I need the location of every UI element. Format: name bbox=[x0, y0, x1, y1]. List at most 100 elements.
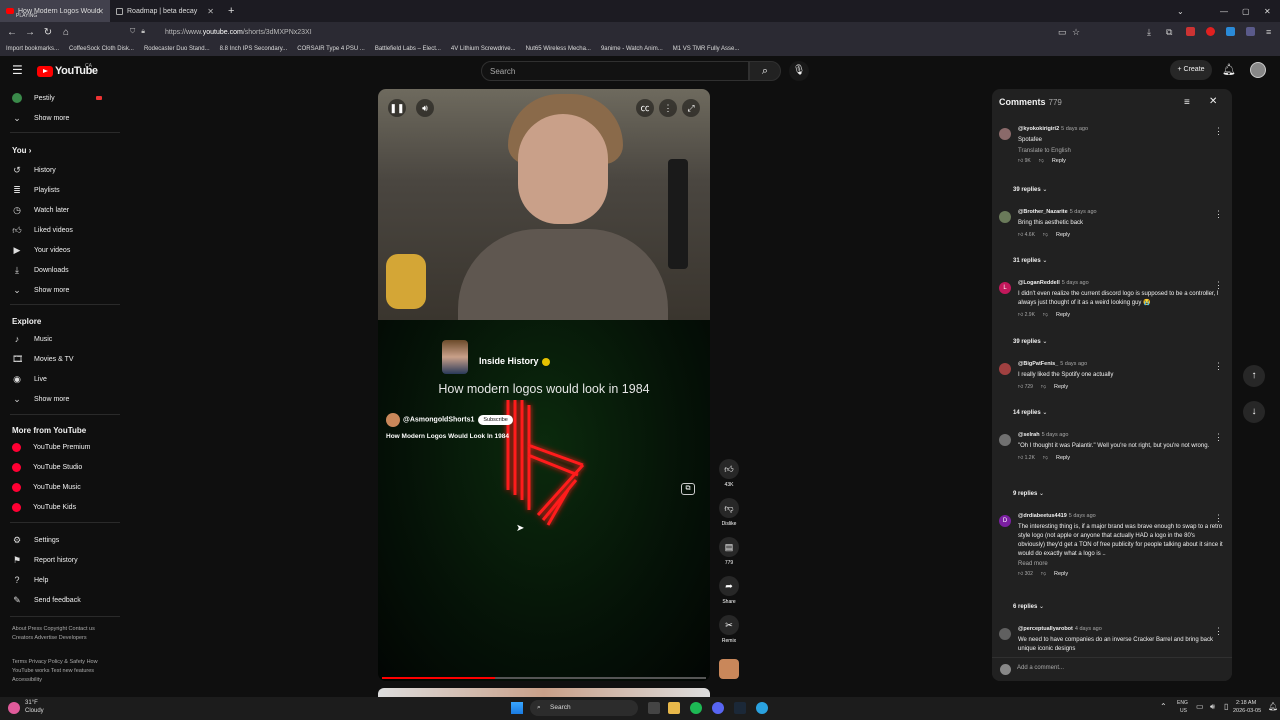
sidebar-item-your-videos[interactable]: ▶ Your videos bbox=[12, 242, 71, 258]
reply-button[interactable]: Reply bbox=[1054, 384, 1068, 390]
speaker-icon[interactable]: 🔊︎ bbox=[1210, 702, 1215, 712]
footer-links[interactable]: Terms Privacy Policy & Safety How YouTub… bbox=[12, 658, 112, 685]
sidebar-item-show-more[interactable]: ⌄ Show more bbox=[12, 391, 69, 407]
extension-ai-icon[interactable] bbox=[1246, 27, 1255, 36]
task-view-icon[interactable] bbox=[648, 702, 660, 714]
video-title[interactable]: How Modern Logos Would Look In 1984 bbox=[386, 433, 706, 440]
sidebar-item-help[interactable]: ? Help bbox=[12, 572, 48, 588]
address-bar[interactable]: ⛉ 🔒︎ https://www. youtube.com/shorts/3dMX… bbox=[130, 25, 1090, 39]
reply-button[interactable]: Reply bbox=[1054, 571, 1068, 577]
comments-button[interactable]: ▤ bbox=[719, 537, 739, 557]
forward-icon[interactable]: → bbox=[21, 27, 39, 38]
sidebar-item-settings[interactable]: ⚙ Settings bbox=[12, 532, 59, 548]
sidebar-item-watch-later[interactable]: ◷ Watch later bbox=[12, 202, 69, 218]
volume-button[interactable]: 🔊︎ bbox=[416, 99, 434, 117]
next-short-button[interactable]: ↓ bbox=[1243, 401, 1265, 423]
dislike-button[interactable]: 👎︎ bbox=[719, 498, 739, 518]
comment-dislike-button[interactable]: 👎︎ bbox=[1041, 571, 1046, 577]
network-icon[interactable]: ▭ bbox=[1196, 702, 1204, 711]
comment-time[interactable]: 5 days ago bbox=[1061, 126, 1088, 132]
comment-more-icon[interactable]: ⋮ bbox=[1214, 513, 1223, 524]
sidebar-item-downloads[interactable]: ⤓ Downloads bbox=[12, 262, 69, 278]
bookmark-item[interactable]: M1 VS TMR Fully Asse... bbox=[673, 46, 740, 52]
dislike-action[interactable]: 👎︎ Dislike bbox=[719, 498, 739, 527]
comment-more-icon[interactable]: ⋮ bbox=[1214, 126, 1223, 137]
bookmark-item[interactable]: Battlefield Labs – Elect... bbox=[375, 46, 441, 52]
comment-author[interactable]: @kyokokirigiri2 bbox=[1018, 126, 1059, 132]
sidebar-item-youtube-kids[interactable]: YouTube Kids bbox=[12, 499, 76, 515]
bookmark-item[interactable]: Import bookmarks... bbox=[6, 46, 59, 52]
read-more-link[interactable]: Read more bbox=[1018, 561, 1223, 567]
input-region[interactable]: US bbox=[1180, 708, 1187, 714]
owner-channel-name[interactable]: @AsmongoldShorts1 bbox=[403, 416, 474, 423]
close-comments-icon[interactable]: ✕ bbox=[1209, 96, 1217, 107]
comment-like-button[interactable]: 👍︎ 4.6K bbox=[1018, 232, 1035, 238]
bookmark-item[interactable]: Nut65 Wireless Mecha... bbox=[526, 46, 591, 52]
reply-button[interactable]: Reply bbox=[1056, 312, 1070, 318]
replies-toggle[interactable]: 6 replies ⌄ bbox=[999, 603, 1227, 610]
comment-more-icon[interactable]: ⋮ bbox=[1214, 209, 1223, 220]
sidebar-item-youtube-music[interactable]: YouTube Music bbox=[12, 479, 81, 495]
extension-record-icon[interactable] bbox=[1206, 27, 1215, 36]
share-action[interactable]: ➦ Share bbox=[719, 576, 739, 605]
comment-time[interactable]: 5 days ago bbox=[1060, 361, 1087, 367]
extension-blue-icon[interactable] bbox=[1226, 27, 1235, 36]
bookmark-item[interactable]: 9anime - Watch Anim... bbox=[601, 46, 663, 52]
replies-toggle[interactable]: 9 replies ⌄ bbox=[999, 490, 1227, 497]
bookmark-item[interactable]: 4V Lithium Screwdrive... bbox=[451, 46, 516, 52]
bookmark-item[interactable]: Rodecaster Duo Stand... bbox=[144, 46, 210, 52]
like-action[interactable]: 👍︎ 43K bbox=[719, 459, 739, 488]
extensions-icon[interactable]: ⧉ bbox=[1166, 27, 1172, 38]
next-video-preview[interactable] bbox=[378, 688, 710, 697]
sidebar-item-show-more[interactable]: ⌄ Show more bbox=[12, 110, 69, 126]
comment-author[interactable]: @LoganReddell bbox=[1018, 280, 1060, 286]
tab-roadmap[interactable]: Roadmap | beta decay ✕ bbox=[110, 0, 220, 22]
commenter-avatar[interactable]: L bbox=[999, 282, 1011, 294]
comment-like-button[interactable]: 👍︎ 729 bbox=[1018, 384, 1033, 390]
captions-button[interactable]: ㏄ bbox=[636, 99, 654, 117]
start-menu-icon[interactable] bbox=[511, 702, 523, 714]
weather-icon[interactable] bbox=[8, 702, 20, 714]
tab-youtube-short[interactable]: How Modern Logos Would Loo PLAYING ✕ bbox=[0, 0, 110, 22]
replies-toggle[interactable]: 14 replies ⌄ bbox=[999, 409, 1227, 416]
comment-like-button[interactable]: 👍︎ 2.9K bbox=[1018, 312, 1035, 318]
discord-icon[interactable] bbox=[712, 702, 724, 714]
taskbar-search[interactable]: ⌕ Search bbox=[530, 700, 638, 716]
sidebar-item-show-more[interactable]: ⌄ Show more bbox=[12, 282, 69, 298]
menu-icon[interactable]: ≡ bbox=[1266, 27, 1271, 37]
hamburger-menu-icon[interactable]: ☰ bbox=[12, 63, 23, 77]
comment-dislike-button[interactable]: 👎︎ bbox=[1043, 312, 1048, 318]
voice-search-button[interactable]: 🎙︎ bbox=[789, 61, 809, 81]
translate-link[interactable]: Translate to English bbox=[1018, 148, 1223, 154]
comment-dislike-button[interactable]: 👎︎ bbox=[1043, 455, 1048, 461]
reply-button[interactable]: Reply bbox=[1052, 158, 1066, 164]
clock-date[interactable]: 2026-03-05 bbox=[1233, 708, 1261, 714]
comment-time[interactable]: 5 days ago bbox=[1062, 280, 1089, 286]
sidebar-item-history[interactable]: ↺ History bbox=[12, 162, 56, 178]
reload-icon[interactable]: ↻ bbox=[39, 27, 57, 38]
add-comment-input[interactable]: Add a comment... bbox=[992, 657, 1232, 681]
you-heading[interactable]: You › bbox=[12, 146, 31, 155]
like-button[interactable]: 👍︎ bbox=[719, 459, 739, 479]
comment-like-button[interactable]: 👍︎ 1.2K bbox=[1018, 455, 1035, 461]
search-input[interactable]: Search bbox=[481, 61, 749, 81]
reply-button[interactable]: Reply bbox=[1056, 455, 1070, 461]
home-icon[interactable]: ⌂ bbox=[57, 27, 75, 38]
replies-toggle[interactable]: 39 replies ⌄ bbox=[999, 186, 1227, 193]
shorts-video-player[interactable]: ❚❚ 🔊︎ ㏄ ⋮ ⤢ Inside History How modern lo… bbox=[378, 89, 710, 681]
sidebar-item-movies-tv[interactable]: 🎞︎ Movies & TV bbox=[12, 351, 74, 367]
reply-button[interactable]: Reply bbox=[1056, 232, 1070, 238]
sidebar-item-playlists[interactable]: ≣ Playlists bbox=[12, 182, 59, 198]
share-button[interactable]: ➦ bbox=[719, 576, 739, 596]
input-language[interactable]: ENG bbox=[1177, 700, 1188, 706]
steam-icon[interactable] bbox=[734, 702, 746, 714]
comment-author[interactable]: @Brother_Nazarite bbox=[1018, 209, 1068, 215]
previous-short-button[interactable]: ↑ bbox=[1243, 365, 1265, 387]
tab-list-icon[interactable]: ⌄ bbox=[1177, 7, 1184, 16]
notifications-bell-icon[interactable]: 🔔︎ bbox=[1222, 63, 1236, 76]
commenter-avatar[interactable] bbox=[999, 628, 1011, 640]
subscribe-button[interactable]: Subscribe bbox=[478, 414, 513, 425]
sidebar-item-youtube-studio[interactable]: YouTube Studio bbox=[12, 459, 82, 475]
sort-comments-icon[interactable]: ≡ bbox=[1184, 97, 1190, 108]
create-button[interactable]: + Create bbox=[1170, 60, 1212, 80]
